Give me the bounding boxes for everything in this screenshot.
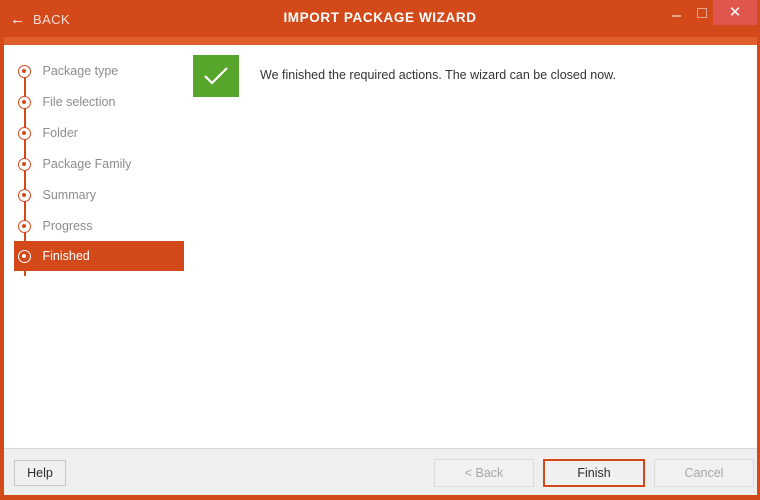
close-icon: ✕ — [728, 3, 742, 21]
step-marker-icon — [17, 219, 31, 233]
sidebar-item-finished[interactable]: Finished — [14, 241, 184, 271]
step-marker-icon — [17, 249, 31, 263]
sidebar-item-file-selection[interactable]: File selection — [14, 87, 184, 117]
back-nav-button: < Back — [434, 459, 534, 487]
step-marker-icon — [17, 157, 31, 171]
maximize-button[interactable] — [689, 0, 715, 25]
step-label: Finished — [42, 249, 90, 263]
cancel-button: Cancel — [654, 459, 754, 487]
step-marker-icon — [17, 126, 31, 140]
header-accent-strip — [4, 37, 757, 45]
content-pane: We finished the required actions. The wi… — [184, 45, 757, 448]
finish-button[interactable]: Finish — [543, 459, 645, 487]
close-button[interactable]: ✕ — [713, 0, 757, 25]
step-label: File selection — [42, 95, 116, 109]
sidebar-item-package-family[interactable]: Package Family — [14, 149, 184, 179]
maximize-icon — [697, 7, 707, 18]
import-package-wizard-window: ← BACK IMPORT PACKAGE WIZARD ✕ Package t… — [0, 0, 760, 500]
sidebar-item-package-type[interactable]: Package type — [14, 56, 184, 86]
help-button[interactable]: Help — [14, 460, 66, 486]
checkmark-icon — [193, 55, 239, 97]
wizard-body: Package type File selection Folder Packa… — [4, 45, 757, 448]
wizard-step-list: Package type File selection Folder Packa… — [4, 45, 184, 448]
step-label: Progress — [42, 219, 93, 233]
window-title: IMPORT PACKAGE WIZARD — [283, 10, 477, 25]
sidebar-item-folder[interactable]: Folder — [14, 118, 184, 148]
step-label: Package Family — [42, 157, 132, 171]
footer-bar: Help < Back Finish Cancel — [4, 448, 757, 495]
step-label: Folder — [42, 126, 78, 140]
minimize-button[interactable] — [663, 0, 689, 25]
step-marker-icon — [17, 95, 31, 109]
step-label: Package type — [42, 64, 119, 78]
title-bar: ← BACK IMPORT PACKAGE WIZARD ✕ — [4, 0, 757, 37]
completion-message: We finished the required actions. The wi… — [260, 68, 616, 82]
step-label: Summary — [42, 188, 96, 202]
completion-panel: We finished the required actions. The wi… — [193, 55, 616, 97]
sidebar-item-summary[interactable]: Summary — [14, 180, 184, 210]
step-marker-icon — [17, 64, 31, 78]
minimize-icon — [671, 14, 681, 17]
step-marker-icon — [17, 188, 31, 202]
sidebar-item-progress[interactable]: Progress — [14, 211, 184, 241]
